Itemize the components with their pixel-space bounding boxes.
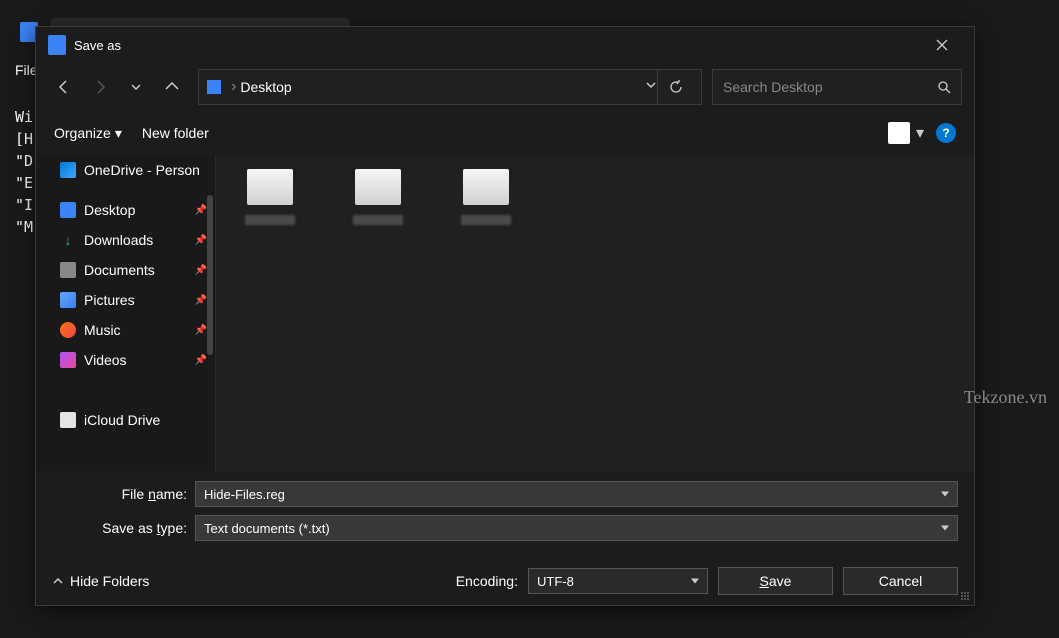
help-button[interactable]: ? [936,123,956,143]
up-button[interactable] [156,71,188,103]
search-icon [937,80,951,94]
desktop-icon [60,202,76,218]
sidebar-item-label: Downloads [84,232,153,248]
address-bar[interactable]: › Desktop [198,69,702,105]
cancel-button[interactable]: Cancel [843,567,958,595]
sidebar-item-documents[interactable]: Documents 📌 [36,255,215,285]
chevron-up-icon [52,575,64,587]
arrow-right-icon [92,79,108,95]
sidebar-item-onedrive[interactable]: OneDrive - Person [36,155,215,185]
save-type-label: Save as type: [52,520,187,536]
icloud-icon [60,412,76,428]
file-name-label: File name: [52,486,187,502]
search-box[interactable] [712,69,962,105]
folder-icon [463,169,509,205]
videos-icon [60,352,76,368]
pin-icon: 📌 [195,265,207,276]
folder-item[interactable] [446,169,526,225]
hide-folders-button[interactable]: Hide Folders [52,573,149,589]
sidebar-item-desktop[interactable]: Desktop 📌 [36,195,215,225]
sidebar-item-label: iCloud Drive [84,412,160,428]
sidebar-item-icloud[interactable]: iCloud Drive [36,405,215,435]
caret-down-icon: ▾ [115,125,122,142]
resize-grip[interactable] [960,591,970,601]
folder-content[interactable] [216,155,974,471]
breadcrumb-desktop[interactable]: Desktop [240,79,645,95]
nav-bar: › Desktop [36,63,974,111]
body-area: OneDrive - Person Desktop 📌 ↓ Downloads 📌 D… [36,155,974,471]
documents-icon [60,262,76,278]
save-as-dialog: Save as › Desktop Organize ▾ New folder … [35,26,975,606]
dialog-title: Save as [74,38,121,53]
watermark: Tekzone.vn [964,387,1047,408]
pin-icon: 📌 [195,355,207,366]
breadcrumb-separator-icon: › [231,78,236,96]
address-dropdown-icon[interactable] [645,78,657,96]
new-folder-button[interactable]: New folder [142,125,209,141]
refresh-icon [669,80,683,94]
pin-icon: 📌 [195,205,207,216]
encoding-label: Encoding: [456,573,518,589]
sidebar-item-label: Documents [84,262,155,278]
toolbar: Organize ▾ New folder ▾ ? [36,111,974,155]
file-name-input[interactable]: Hide-Files.reg [195,481,958,507]
editor-text: Wi [H "D "E "I "M [15,106,33,238]
recent-button[interactable] [120,71,152,103]
sidebar-scrollbar[interactable] [207,195,213,355]
folder-label-blurred [461,215,511,225]
sidebar-item-music[interactable]: Music 📌 [36,315,215,345]
dialog-icon [48,35,66,55]
sidebar-item-label: Desktop [84,202,135,218]
encoding-select[interactable]: UTF-8 [528,568,708,594]
arrow-up-icon [164,79,180,95]
view-caret-icon[interactable]: ▾ [916,123,924,143]
sidebar-item-pictures[interactable]: Pictures 📌 [36,285,215,315]
folder-item[interactable] [338,169,418,225]
close-icon [936,39,948,51]
organize-button[interactable]: Organize ▾ [54,125,122,142]
titlebar: Save as [36,27,974,63]
sidebar-item-downloads[interactable]: ↓ Downloads 📌 [36,225,215,255]
sidebar-item-label: Pictures [84,292,135,308]
sidebar-item-label: OneDrive - Person [84,162,200,178]
forward-button[interactable] [84,71,116,103]
pictures-icon [60,292,76,308]
pin-icon: 📌 [195,295,207,306]
chevron-down-icon [130,81,142,93]
folder-icon [355,169,401,205]
sidebar-item-label: Music [84,322,121,338]
folder-icon [247,169,293,205]
back-button[interactable] [48,71,80,103]
folder-item[interactable] [230,169,310,225]
save-type-select[interactable]: Text documents (*.txt) [195,515,958,541]
desktop-icon [207,80,221,94]
close-button[interactable] [922,27,962,63]
refresh-button[interactable] [657,69,693,105]
sidebar: OneDrive - Person Desktop 📌 ↓ Downloads 📌 D… [36,155,216,471]
save-button[interactable]: Save [718,567,833,595]
folder-label-blurred [353,215,403,225]
footer: File name: Hide-Files.reg Save as type: … [36,471,974,605]
downloads-icon: ↓ [60,232,76,248]
pin-icon: 📌 [195,325,207,336]
view-button[interactable] [888,122,910,144]
sidebar-item-videos[interactable]: Videos 📌 [36,345,215,375]
search-input[interactable] [723,79,937,95]
music-icon [60,322,76,338]
sidebar-item-label: Videos [84,352,127,368]
onedrive-icon [60,162,76,178]
pin-icon: 📌 [195,235,207,246]
folder-label-blurred [245,215,295,225]
arrow-left-icon [56,79,72,95]
